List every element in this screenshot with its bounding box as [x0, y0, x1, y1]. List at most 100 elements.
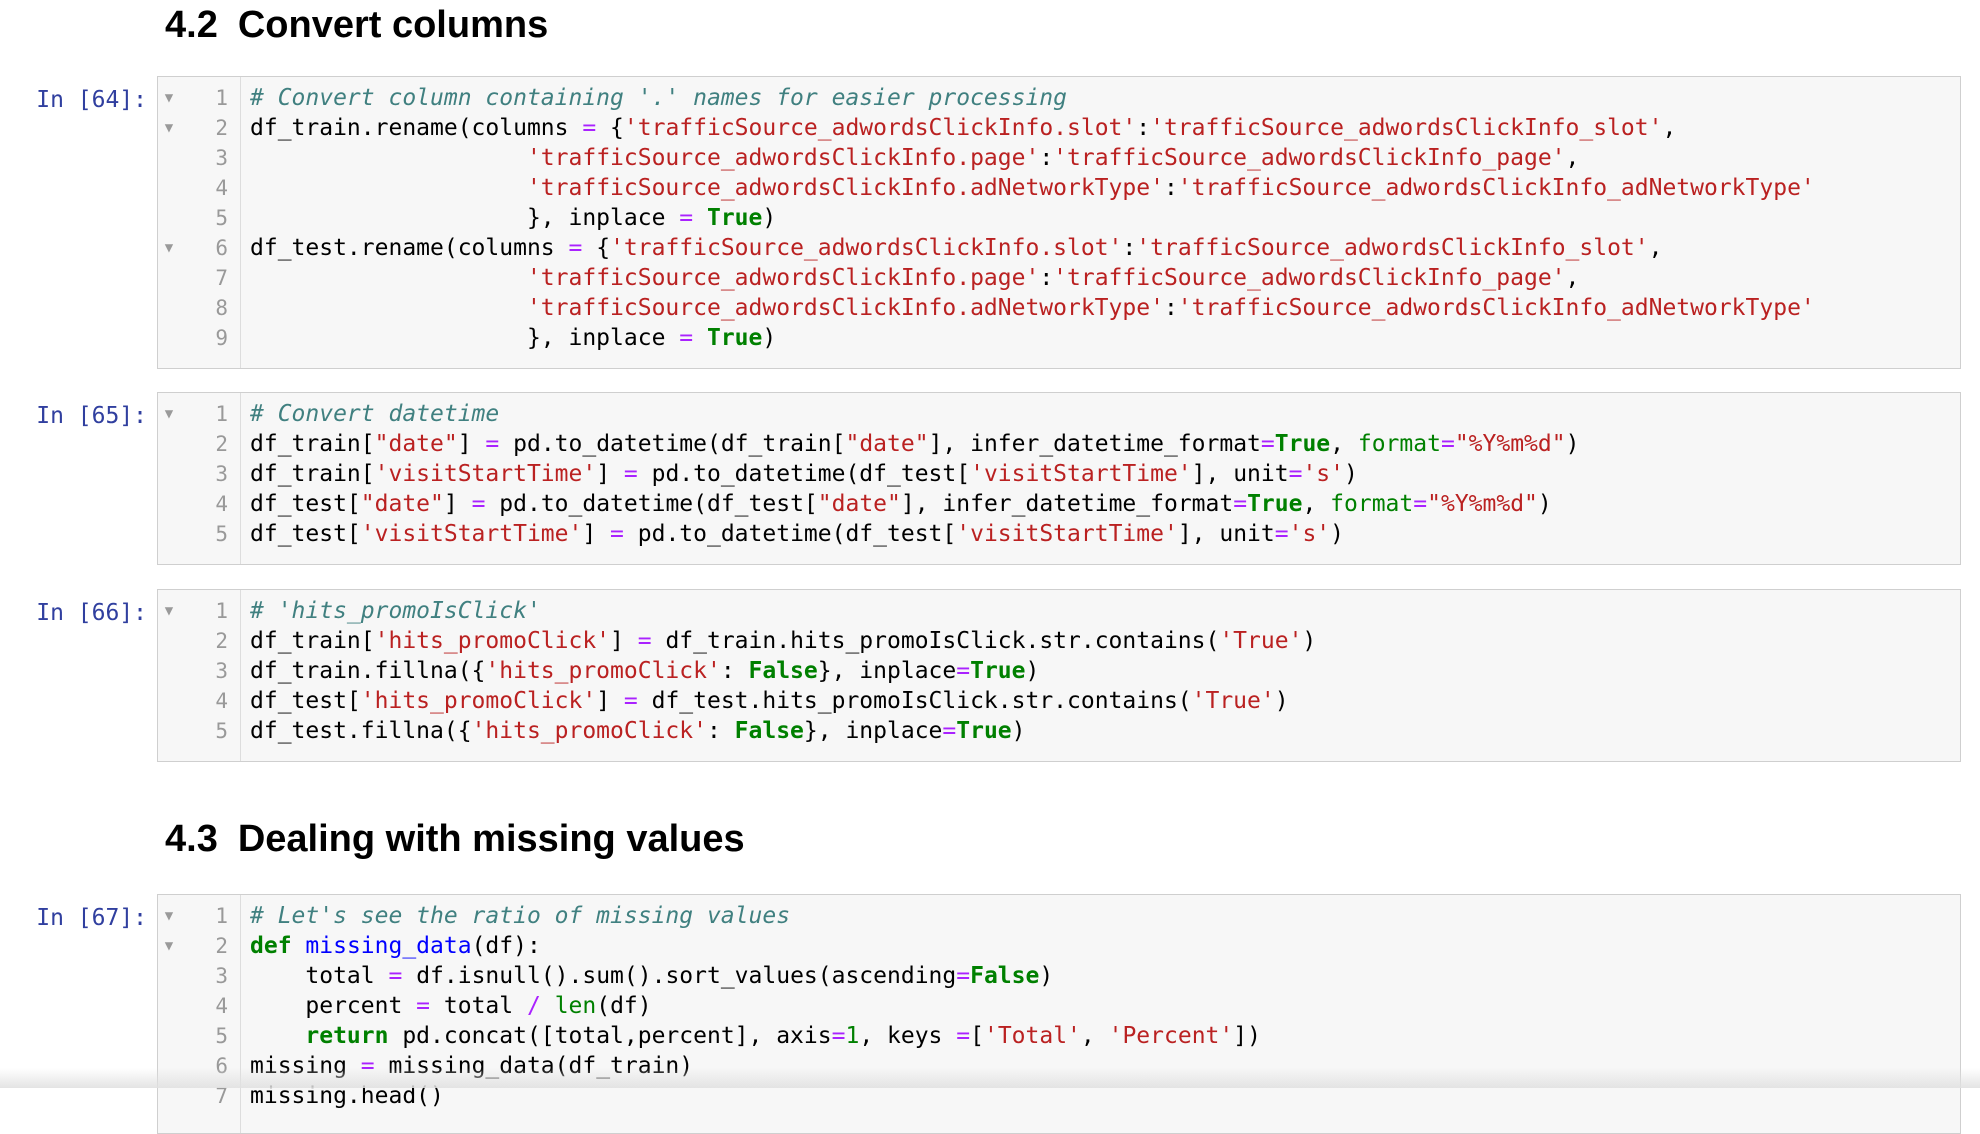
code-text: # 'hits_promoIsClick' — [250, 596, 541, 626]
code-text: df_test['hits_promoClick'] = df_test.hit… — [250, 686, 1289, 716]
code-token: # 'hits_promoIsClick' — [250, 598, 541, 624]
code-cell-66[interactable]: ▼ 1 # 'hits_promoIsClick' 2 df_train['hits_p… — [157, 589, 1961, 762]
code-token: df_train.hits_promoIsClick.str.contains( — [651, 628, 1220, 654]
code-token: pd.concat([total,percent], axis — [388, 1023, 832, 1049]
code-token: ) — [1039, 963, 1054, 989]
code-line[interactable]: 4 'trafficSource_adwordsClickInfo.adNetw… — [158, 173, 1960, 203]
fold-arrow-icon[interactable]: ▼ — [162, 901, 176, 931]
code-line[interactable]: ▼ 1 # Convert datetime — [158, 399, 1960, 429]
code-token: 'trafficSource_adwordsClickInfo.adNetwor… — [526, 295, 1164, 321]
code-token: ] — [582, 521, 611, 547]
code-line[interactable]: ▼ 1 # 'hits_promoIsClick' — [158, 596, 1960, 626]
fold-arrow-icon[interactable]: ▼ — [162, 596, 176, 626]
line-number: 1 — [215, 86, 228, 110]
code-token: = — [956, 963, 971, 989]
code-token: total — [430, 993, 527, 1019]
code-line[interactable]: ▼ 6 df_test.rename(columns = {'trafficSour… — [158, 233, 1960, 263]
fold-arrow-icon[interactable]: ▼ — [162, 113, 176, 143]
scroll-fade — [0, 1068, 1980, 1088]
code-token: percent — [250, 993, 417, 1019]
line-number: 2 — [215, 116, 228, 140]
input-prompt: In [67]: — [36, 905, 147, 931]
code-token: True — [1247, 491, 1303, 517]
code-line[interactable]: 4 df_test["date"] = pd.to_datetime(df_tes… — [158, 489, 1960, 519]
code-text: df_test["date"] = pd.to_datetime(df_test… — [250, 489, 1552, 519]
code-text: df_train["date"] = pd.to_datetime(df_tra… — [250, 429, 1579, 459]
code-token: 'trafficSource_adwordsClickInfo.page' — [526, 265, 1040, 291]
code-line[interactable]: 4 percent = total / len(df) — [158, 991, 1960, 1021]
code-token: ] — [596, 461, 624, 487]
code-line[interactable]: ▼ 1 # Convert column containing '.' names … — [158, 83, 1960, 113]
code-token: = — [1233, 491, 1248, 517]
code-text: # Convert datetime — [250, 399, 499, 429]
code-cell-67[interactable]: ▼ 1 # Let's see the ratio of missing value… — [157, 894, 1961, 1134]
code-token: 'Total' — [983, 1023, 1081, 1049]
code-line[interactable]: 7 'trafficSource_adwordsClickInfo.page':… — [158, 263, 1960, 293]
code-line[interactable]: ▼ 2 df_train.rename(columns = {'trafficSou… — [158, 113, 1960, 143]
code-line[interactable]: ▼ 1 # Let's see the ratio of missing value… — [158, 901, 1960, 931]
code-cell-65[interactable]: ▼ 1 # Convert datetime 2 df_train["date"] = … — [157, 392, 1961, 565]
code-token: / — [526, 993, 541, 1019]
code-token: ) — [1011, 718, 1026, 744]
code-token: 'hits_promoClick' — [360, 688, 597, 714]
code-line[interactable]: 5 df_test.fillna({'hits_promoClick': Fals… — [158, 716, 1960, 746]
code-token: 's' — [1288, 521, 1331, 547]
code-token: df_test.rename(columns — [250, 235, 569, 261]
code-line[interactable]: 3 'trafficSource_adwordsClickInfo.page':… — [158, 143, 1960, 173]
code-text: return pd.concat([total,percent], axis=1… — [250, 1021, 1261, 1051]
line-number: 3 — [215, 659, 228, 683]
code-text: 'trafficSource_adwordsClickInfo.page':'t… — [250, 263, 1579, 293]
code-token: 'trafficSource_adwordsClickInfo.slot' — [610, 235, 1123, 261]
code-token: , — [1565, 265, 1580, 291]
code-line[interactable]: 3 df_train.fillna({'hits_promoClick': Fal… — [158, 656, 1960, 686]
code-token: : — [1136, 115, 1151, 141]
code-token: : — [1163, 295, 1178, 321]
code-line[interactable]: 5 return pd.concat([total,percent], axis… — [158, 1021, 1960, 1051]
code-token: = — [679, 325, 694, 351]
code-line[interactable]: 3 total = df.isnull().sum().sort_values(… — [158, 961, 1960, 991]
code-line[interactable]: 8 'trafficSource_adwordsClickInfo.adNetw… — [158, 293, 1960, 323]
code-token: "date" — [845, 431, 929, 457]
line-number: 4 — [215, 176, 228, 200]
code-token: ) — [1025, 658, 1040, 684]
code-token: ], infer_datetime_format — [900, 491, 1234, 517]
fold-arrow-icon[interactable]: ▼ — [162, 83, 176, 113]
code-token: ) — [1274, 688, 1289, 714]
section-heading-4-2: 4.2 Convert columns — [165, 6, 548, 44]
code-line[interactable]: 5 df_test['visitStartTime'] = pd.to_datet… — [158, 519, 1960, 549]
code-line[interactable]: 2 df_train['hits_promoClick'] = df_train.… — [158, 626, 1960, 656]
code-token: df_train[ — [250, 431, 375, 457]
code-token: # Convert datetime — [250, 401, 500, 427]
section-number: 4.2 — [165, 4, 218, 46]
code-line[interactable]: 5 }, inplace = True) — [158, 203, 1960, 233]
code-token: 'trafficSource_adwordsClickInfo_page' — [1053, 265, 1566, 291]
code-token: = — [956, 658, 971, 684]
code-token: ], infer_datetime_format — [928, 431, 1261, 457]
code-text: df_test['visitStartTime'] = pd.to_dateti… — [250, 519, 1344, 549]
code-token: True — [706, 205, 763, 231]
code-token: def — [250, 933, 292, 959]
fold-arrow-icon[interactable]: ▼ — [162, 931, 176, 961]
code-token: "date" — [360, 491, 444, 517]
code-token: = — [1440, 431, 1455, 457]
fold-arrow-icon[interactable]: ▼ — [162, 399, 176, 429]
code-token: ) — [1344, 461, 1358, 487]
code-token: : — [1039, 265, 1054, 291]
code-token: 's' — [1302, 461, 1344, 487]
code-token: }, inplace — [803, 718, 943, 744]
code-token: 1 — [845, 1023, 860, 1049]
code-line[interactable]: ▼ 2 def missing_data(df): — [158, 931, 1960, 961]
code-token: df_test[ — [250, 521, 361, 547]
code-line[interactable]: 9 }, inplace = True) — [158, 323, 1960, 353]
line-number: 6 — [215, 236, 228, 260]
code-cell-64[interactable]: ▼ 1 # Convert column containing '.' names … — [157, 76, 1961, 369]
code-line[interactable]: 3 df_train['visitStartTime'] = pd.to_date… — [158, 459, 1960, 489]
code-line[interactable]: 2 df_train["date"] = pd.to_datetime(df_tr… — [158, 429, 1960, 459]
code-text: df_train.rename(columns = {'trafficSourc… — [250, 113, 1676, 143]
fold-arrow-icon[interactable]: ▼ — [162, 233, 176, 263]
code-line[interactable]: 4 df_test['hits_promoClick'] = df_test.hi… — [158, 686, 1960, 716]
